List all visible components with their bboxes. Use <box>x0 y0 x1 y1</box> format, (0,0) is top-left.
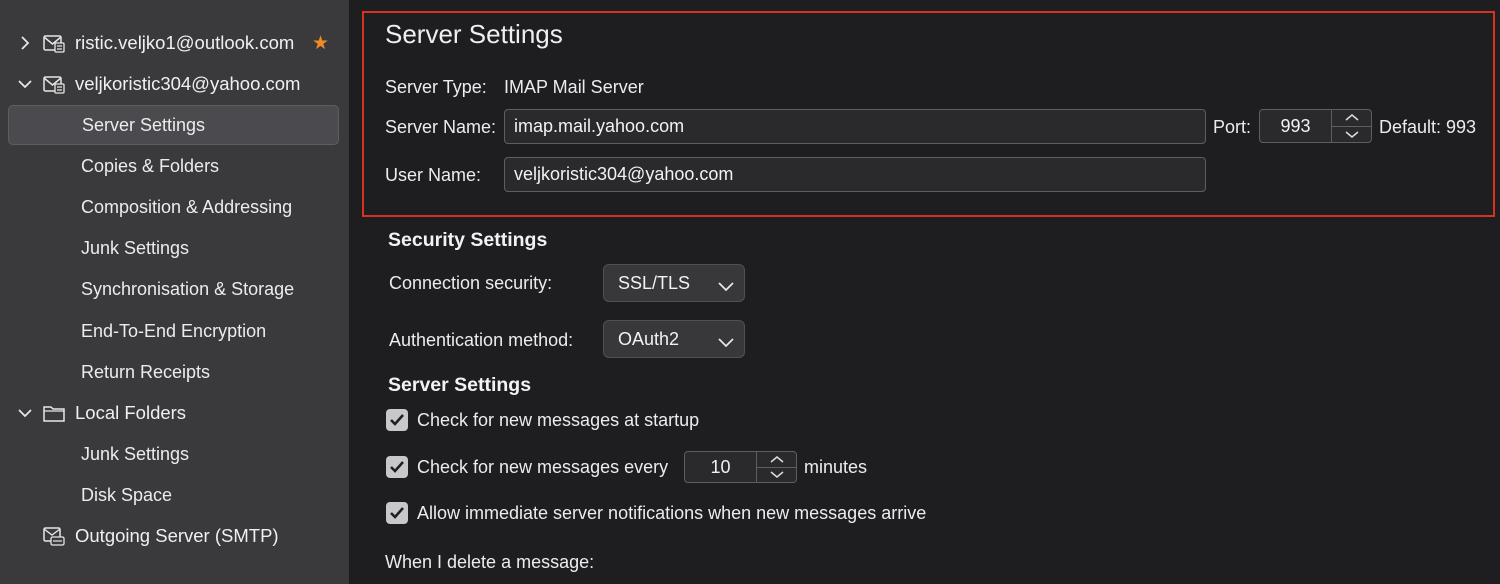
sidebar-account-outlook[interactable]: ristic.veljko1@outlook.com ★ <box>0 23 349 63</box>
sidebar-item-label: Junk Settings <box>81 237 190 258</box>
check-every-checkbox[interactable] <box>386 456 408 478</box>
port-increment-icon[interactable] <box>1332 110 1371 127</box>
port-label: Port: <box>1213 117 1252 137</box>
server-settings-title: Server Settings <box>385 19 563 49</box>
allow-notifications-checkbox[interactable] <box>386 502 408 524</box>
local-folders-label: Local Folders <box>75 402 187 423</box>
checkmark-icon <box>390 461 404 473</box>
chevron-down-icon[interactable] <box>16 404 34 422</box>
user-name-input[interactable]: veljkoristic304@yahoo.com <box>504 157 1206 192</box>
sidebar-item-composition[interactable]: Composition & Addressing <box>0 187 349 227</box>
mail-account-icon <box>42 31 66 55</box>
connection-security-select[interactable]: SSL/TLS <box>603 264 745 302</box>
interval-increment-icon[interactable] <box>757 452 796 468</box>
folder-icon <box>42 401 66 425</box>
sidebar-item-server-settings[interactable]: Server Settings <box>8 105 339 145</box>
sidebar-item-label: Composition & Addressing <box>81 196 293 217</box>
interval-stepper[interactable]: 10 <box>684 451 797 483</box>
sidebar-item-label: Junk Settings <box>81 443 190 464</box>
authentication-method-select[interactable]: OAuth2 <box>603 320 745 358</box>
star-icon: ★ <box>312 32 330 54</box>
user-name-label: User Name: <box>385 165 482 185</box>
interval-value[interactable]: 10 <box>685 457 756 478</box>
connection-security-label: Connection security: <box>389 273 553 293</box>
sidebar-item-local-junk[interactable]: Junk Settings <box>0 434 349 474</box>
allow-notifications-label[interactable]: Allow immediate server notifications whe… <box>417 503 926 524</box>
sidebar-item-return-receipts[interactable]: Return Receipts <box>0 352 349 392</box>
sidebar-item-outgoing-server[interactable]: Outgoing Server (SMTP) <box>0 516 349 556</box>
outgoing-server-label: Outgoing Server (SMTP) <box>75 525 279 546</box>
sidebar-item-label: Disk Space <box>81 484 173 505</box>
account-label: veljkoristic304@yahoo.com <box>75 73 301 94</box>
connection-security-value: SSL/TLS <box>618 272 691 293</box>
port-decrement-icon[interactable] <box>1332 127 1371 143</box>
interval-decrement-icon[interactable] <box>757 468 796 483</box>
sidebar-item-copies-folders[interactable]: Copies & Folders <box>0 146 349 186</box>
sidebar-item-label: End-To-End Encryption <box>81 320 267 341</box>
minutes-label: minutes <box>804 457 868 477</box>
checkmark-icon <box>390 414 404 426</box>
sidebar-local-folders[interactable]: Local Folders <box>0 393 349 433</box>
sidebar-item-sync-storage[interactable]: Synchronisation & Storage <box>0 269 349 309</box>
server-name-label: Server Name: <box>385 117 497 137</box>
chevron-down-icon <box>718 276 734 297</box>
mail-account-icon <box>42 72 66 96</box>
outgoing-server-icon <box>42 524 66 548</box>
server-name-input[interactable]: imap.mail.yahoo.com <box>504 109 1206 144</box>
sidebar-item-label: Server Settings <box>82 114 206 135</box>
sidebar-item-label: Return Receipts <box>81 361 211 382</box>
check-startup-label[interactable]: Check for new messages at startup <box>417 410 699 431</box>
check-startup-checkbox[interactable] <box>386 409 408 431</box>
sidebar-item-junk-settings[interactable]: Junk Settings <box>0 228 349 268</box>
port-stepper[interactable]: 993 <box>1259 109 1372 143</box>
check-every-label[interactable]: Check for new messages every <box>417 457 668 478</box>
server-type-value: IMAP Mail Server <box>504 77 644 97</box>
chevron-down-icon <box>718 332 734 353</box>
sidebar-item-label: Synchronisation & Storage <box>81 278 295 299</box>
authentication-method-value: OAuth2 <box>618 328 680 349</box>
port-value[interactable]: 993 <box>1260 116 1331 137</box>
server-settings-section-title: Server Settings <box>388 374 532 396</box>
chevron-down-icon[interactable] <box>16 75 34 93</box>
server-type-label: Server Type: <box>385 77 487 97</box>
delete-message-label: When I delete a message: <box>385 552 595 572</box>
sidebar-account-yahoo[interactable]: veljkoristic304@yahoo.com <box>0 64 349 104</box>
account-sidebar: ristic.veljko1@outlook.com ★ veljkoristi… <box>0 0 349 584</box>
default-port-label: Default: 993 <box>1379 117 1477 137</box>
authentication-method-label: Authentication method: <box>389 330 574 350</box>
account-label: ristic.veljko1@outlook.com <box>75 32 295 53</box>
sidebar-item-label: Copies & Folders <box>81 155 220 176</box>
chevron-right-icon[interactable] <box>16 34 34 52</box>
checkmark-icon <box>390 507 404 519</box>
sidebar-item-disk-space[interactable]: Disk Space <box>0 475 349 515</box>
sidebar-item-e2e-encryption[interactable]: End-To-End Encryption <box>0 311 349 351</box>
security-settings-title: Security Settings <box>388 229 548 251</box>
